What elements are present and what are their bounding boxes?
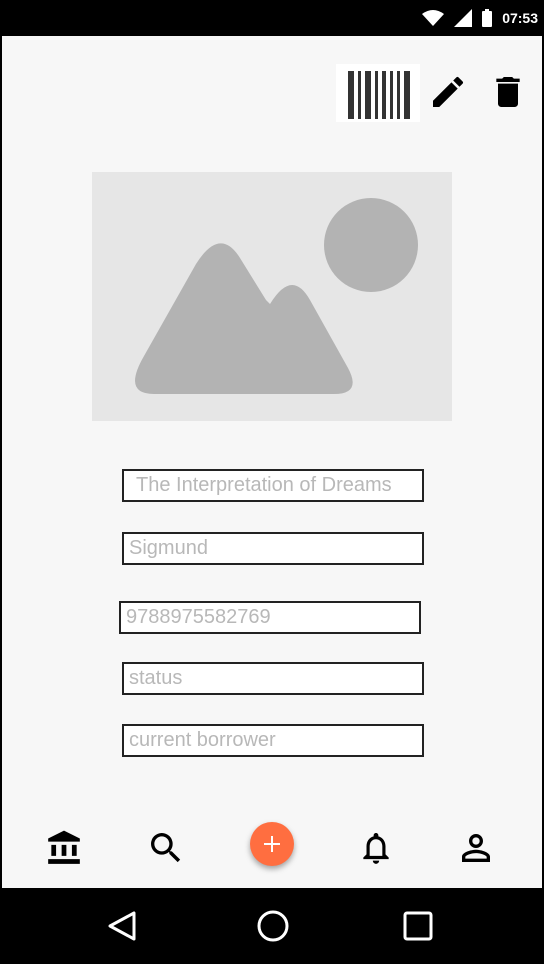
notifications-icon bbox=[363, 832, 389, 864]
nav-notifications[interactable] bbox=[354, 826, 398, 870]
back-icon bbox=[108, 911, 136, 941]
nav-profile[interactable] bbox=[454, 826, 498, 870]
bottom-navigation bbox=[2, 812, 542, 888]
add-book-button[interactable] bbox=[250, 822, 294, 866]
wifi-icon bbox=[422, 10, 445, 26]
status-bar: 07:53 bbox=[2, 0, 542, 36]
library-icon bbox=[48, 830, 80, 864]
system-navigation bbox=[2, 888, 542, 964]
search-icon bbox=[151, 833, 181, 863]
profile-icon bbox=[462, 834, 490, 862]
recents-icon bbox=[403, 911, 433, 941]
isbn-field[interactable]: 9788975582769 bbox=[119, 601, 421, 634]
home-button[interactable] bbox=[253, 906, 293, 946]
book-cover-image[interactable] bbox=[92, 172, 452, 421]
add-icon bbox=[264, 836, 280, 852]
delete-icon bbox=[496, 77, 520, 107]
title-field[interactable]: The Interpretation of Dreams bbox=[122, 469, 424, 502]
status-time: 07:53 bbox=[502, 10, 538, 26]
nav-search[interactable] bbox=[144, 826, 188, 870]
battery-icon bbox=[482, 9, 493, 27]
barcode-icon bbox=[348, 71, 410, 119]
delete-button[interactable] bbox=[488, 72, 528, 112]
nav-library[interactable] bbox=[42, 826, 86, 870]
status-field[interactable]: status bbox=[122, 662, 424, 695]
app-screen: 07:53 The Interpretation of Dreams Sigmu… bbox=[2, 0, 542, 964]
status-icons: 07:53 bbox=[422, 8, 538, 28]
barcode-button[interactable] bbox=[336, 64, 420, 122]
back-button[interactable] bbox=[102, 906, 142, 946]
image-placeholder-icon bbox=[135, 198, 418, 394]
recents-button[interactable] bbox=[398, 906, 438, 946]
author-field[interactable]: Sigmund bbox=[122, 532, 424, 565]
home-icon bbox=[257, 910, 289, 942]
signal-icon bbox=[454, 9, 473, 27]
edit-button[interactable] bbox=[428, 72, 468, 112]
borrower-field[interactable]: current borrower bbox=[122, 724, 424, 757]
edit-icon bbox=[433, 76, 464, 107]
